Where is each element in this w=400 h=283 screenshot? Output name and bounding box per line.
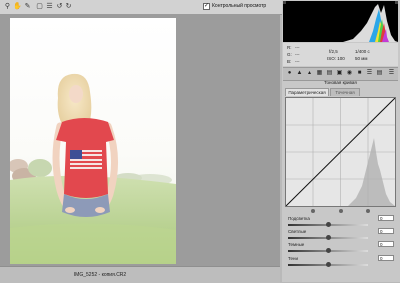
iso-value: ISO: 100: [327, 56, 345, 61]
tone-curve-tabs: Параметрическая Точечная: [283, 88, 398, 96]
highlight-clipping-icon[interactable]: [395, 1, 398, 4]
tab-point[interactable]: Точечная: [330, 88, 360, 96]
region-split-handles: [285, 208, 396, 214]
split-handle-midtones[interactable]: [339, 209, 343, 213]
split-handle-highlights[interactable]: [366, 209, 370, 213]
split-handle-shadows[interactable]: [311, 209, 315, 213]
tab-parametric[interactable]: Параметрическая: [285, 88, 329, 96]
list-icon[interactable]: ☰: [45, 2, 54, 11]
slider-value-field[interactable]: 0: [378, 228, 394, 234]
shutter-value: 1/400 с: [355, 49, 370, 54]
snapshots-icon[interactable]: ▤: [376, 70, 383, 77]
status-bar: IMG_5252 - копия.CR2: [0, 266, 280, 283]
slider-label: Темные: [288, 242, 305, 247]
photo-preview[interactable]: [10, 18, 176, 264]
tone-curve-graph[interactable]: [285, 97, 396, 207]
histogram: [283, 1, 398, 42]
histogram-graph: [283, 1, 398, 42]
slider-lights: Светлые 0: [288, 228, 394, 241]
shadow-clipping-icon[interactable]: [283, 1, 286, 4]
white-balance-icon[interactable]: ✎: [23, 2, 32, 11]
section-title: Тоновая кривая: [324, 80, 357, 85]
slider-value-field[interactable]: 0: [378, 215, 394, 221]
slider-label: Светлые: [288, 229, 307, 234]
focal-value: 50 мм: [355, 56, 368, 61]
panel-menu-icon[interactable]: ☰: [388, 70, 395, 77]
r-value: ---: [295, 45, 300, 50]
r-label: R:: [287, 45, 292, 50]
hsl-icon[interactable]: ▦: [316, 70, 323, 77]
slider-shadows: Тени 0: [288, 255, 394, 268]
b-value: ---: [295, 59, 300, 64]
effects-icon[interactable]: ◉: [346, 70, 353, 77]
camera-raw-window: ⚲ ✋ ✎ ▢ ☰ ↺ ↻ ✓ Контрольный просмотр ⇥: [0, 0, 400, 283]
lens-corrections-icon[interactable]: ▣: [336, 70, 343, 77]
camera-calibration-icon[interactable]: ■: [356, 70, 363, 77]
basic-panel-icon[interactable]: ●: [286, 70, 293, 77]
slider-darks: Темные 0: [288, 241, 394, 254]
split-toning-icon[interactable]: ▤: [326, 70, 333, 77]
detail-icon[interactable]: ▴: [306, 70, 313, 77]
preview-checkbox[interactable]: ✓: [203, 3, 210, 10]
slider-label: Подсветка: [288, 216, 310, 221]
hand-icon[interactable]: ✋: [13, 2, 22, 11]
slider-highlights: Подсветка 0: [288, 215, 394, 228]
rotate-ccw-icon[interactable]: ↺: [55, 2, 64, 11]
tone-curve-svg: [285, 97, 396, 207]
g-value: ---: [295, 52, 300, 57]
slider-thumb[interactable]: [325, 262, 331, 267]
g-label: G:: [287, 52, 292, 57]
aperture-value: f/2,5: [329, 49, 338, 54]
slider-thumb[interactable]: [325, 235, 331, 240]
presets-icon[interactable]: ☰: [366, 70, 373, 77]
slider-value-field[interactable]: 0: [378, 255, 394, 261]
info-panel: R: --- G: --- B: --- f/2,5 1/400 с ISO: …: [283, 43, 398, 66]
rotate-cw-icon[interactable]: ↻: [64, 2, 73, 11]
slider-thumb[interactable]: [325, 222, 331, 227]
zoom-icon[interactable]: ⚲: [3, 2, 12, 11]
filename-label: IMG_5252 - копия.CR2: [73, 272, 127, 278]
b-label: B:: [287, 59, 292, 64]
slider-label: Тени: [288, 256, 298, 261]
preview-label: Контрольный просмотр: [212, 3, 267, 9]
crop-icon[interactable]: ▢: [35, 2, 44, 11]
photo-image: [10, 18, 176, 264]
slider-thumb[interactable]: [325, 248, 331, 253]
tone-curve-icon[interactable]: ▲: [296, 70, 303, 77]
slider-value-field[interactable]: 0: [378, 241, 394, 247]
panel-tabs-iconbar: ● ▲ ▴ ▦ ▤ ▣ ◉ ■ ☰ ▤ ☰: [283, 67, 398, 81]
